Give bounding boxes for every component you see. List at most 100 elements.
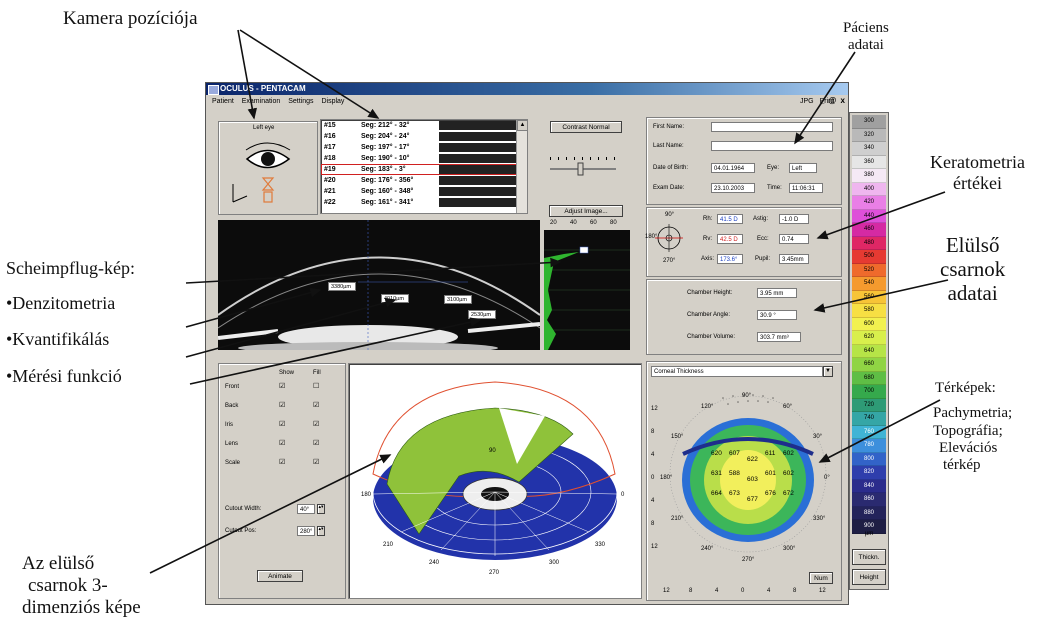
- exam-date-field[interactable]: 23.10.2003: [711, 183, 755, 193]
- keratometry-line2: értékei: [952, 172, 1002, 193]
- option-fill-checkbox[interactable]: ☑: [313, 420, 319, 428]
- menu-examination[interactable]: Examination: [242, 98, 281, 105]
- cutout-width-field[interactable]: 40°: [297, 504, 315, 514]
- map-thickness-value: 664: [711, 490, 722, 497]
- rv-field[interactable]: 42.5 D: [717, 234, 743, 244]
- map-type-dropdown-button[interactable]: ▼: [823, 366, 833, 377]
- map-thickness-value: 601: [765, 470, 776, 477]
- menu-jpg[interactable]: JPG: [800, 98, 814, 105]
- chamber-height-field[interactable]: 3.95 mm: [757, 288, 797, 298]
- maps-line2: Topográfia;: [933, 422, 1003, 439]
- color-scale-swatch: 440: [852, 209, 886, 223]
- thickness-map[interactable]: [663, 384, 833, 559]
- segment-range: Seg: 197° - 17°: [361, 144, 410, 151]
- keratometry-panel: 90° 180° 270° Rh: 41.5 D Rv: 42.5 D Axis…: [645, 207, 842, 277]
- cutout-width-label: Cutout Width:: [225, 506, 262, 512]
- app-icon: [208, 85, 219, 95]
- color-scale-swatch: 580: [852, 304, 886, 318]
- chamber-height-label: Chamber Height:: [687, 290, 733, 296]
- num-button[interactable]: Num: [809, 572, 833, 584]
- option-show-checkbox[interactable]: ☑: [279, 420, 285, 428]
- astig-field[interactable]: -1.0 D: [779, 214, 809, 224]
- measure-label-3[interactable]: 3100µm: [444, 295, 472, 304]
- chamber-data-line2: csarnok: [940, 257, 1006, 282]
- patient-data-label: Páciens adatai: [843, 20, 889, 55]
- map-ring-label: 0°: [824, 475, 830, 481]
- rh-field[interactable]: 41.5 D: [717, 214, 743, 224]
- color-scale-swatch: 540: [852, 277, 886, 291]
- scheimpflug-image[interactable]: 3380µm 4010µm 3100µm 2530µm: [218, 220, 540, 350]
- pupil-label: Pupil:: [755, 256, 771, 262]
- map-y-tick: 4: [651, 498, 655, 504]
- segment-row[interactable]: #17 Seg: 197° - 17°: [321, 142, 527, 153]
- menu-print[interactable]: Print: [820, 98, 834, 105]
- map-y-tick: 12: [651, 406, 658, 412]
- pupil-field[interactable]: 3.45mm: [779, 254, 809, 264]
- color-scale-swatch: 720: [852, 398, 886, 412]
- menu-display[interactable]: Display: [321, 98, 344, 105]
- chamber-volume-field[interactable]: 303.7 mm³: [757, 332, 801, 342]
- color-scale[interactable]: 300 320 340 360 380 400 420 440 460 480 500 520 540 5…: [849, 112, 889, 590]
- chamber-angle-field[interactable]: 30.9 °: [757, 310, 797, 320]
- segment-list[interactable]: #15 Seg: 212° - 32° #16 Seg: 204° - 24° #17 S…: [320, 119, 528, 214]
- angle-0: 0: [621, 492, 625, 498]
- menu-settings[interactable]: Settings: [288, 98, 313, 105]
- option-show-checkbox[interactable]: ☑: [279, 458, 285, 466]
- three-d-view[interactable]: 90 0 330 300 270 240 210 180: [348, 363, 642, 599]
- densitometry-graph[interactable]: 20 40 60 80: [544, 220, 630, 350]
- ecc-field[interactable]: 0.74: [779, 234, 809, 244]
- color-scale-swatch: 360: [852, 155, 886, 169]
- measure-label-4[interactable]: 2530µm: [468, 310, 496, 319]
- segment-row[interactable]: #18 Seg: 190° - 10°: [321, 153, 527, 164]
- segment-list-scrollbar[interactable]: ▲: [516, 120, 527, 213]
- segment-row[interactable]: #22 Seg: 161° - 341°: [321, 197, 527, 208]
- contrast-slider[interactable]: [546, 153, 626, 183]
- map-x-tick: 8: [793, 588, 797, 594]
- axis-field[interactable]: 173.6°: [717, 254, 743, 264]
- adjust-image-button[interactable]: Adjust Image...: [549, 205, 623, 217]
- rv-label: Rv:: [703, 236, 712, 242]
- option-show-checkbox[interactable]: ☑: [279, 439, 285, 447]
- animate-button[interactable]: Animate: [257, 570, 303, 582]
- color-scale-swatch: 780: [852, 439, 886, 453]
- chamber-volume-label: Chamber Volume:: [687, 334, 736, 340]
- map-ring-label: 300°: [783, 546, 796, 552]
- fill-header: Fill: [313, 370, 321, 376]
- option-fill-checkbox[interactable]: ☑: [313, 458, 319, 466]
- measure-label-1[interactable]: 3380µm: [328, 282, 356, 291]
- color-scale-swatch: 640: [852, 344, 886, 358]
- segment-row[interactable]: #16 Seg: 204° - 24°: [321, 131, 527, 142]
- segment-row[interactable]: #15 Seg: 212° - 32°: [321, 120, 527, 131]
- option-fill-checkbox[interactable]: ☑: [313, 439, 319, 447]
- segment-row[interactable]: #19 Seg: 183° - 3°: [321, 164, 527, 175]
- measure-label-2[interactable]: 4010µm: [381, 294, 409, 303]
- time-field[interactable]: 11:06:31: [789, 183, 823, 193]
- map-x-tick: 12: [819, 588, 826, 594]
- option-show-checkbox[interactable]: ☑: [279, 382, 285, 390]
- cutout-pos-spinner[interactable]: ▴▾: [317, 526, 325, 536]
- menu-patient[interactable]: Patient: [212, 98, 234, 105]
- angle-180: 180: [361, 492, 372, 498]
- segment-thumbnail: [439, 165, 517, 174]
- dob-field[interactable]: 04.01.1964: [711, 163, 755, 173]
- map-x-tick: 4: [715, 588, 719, 594]
- cutout-width-spinner[interactable]: ▴▾: [317, 504, 325, 514]
- height-button[interactable]: Height: [852, 569, 886, 585]
- segment-row[interactable]: #21 Seg: 160° - 348°: [321, 186, 527, 197]
- map-type-select[interactable]: Corneal Thickness: [651, 366, 823, 377]
- eye-label: Left eye: [253, 125, 275, 131]
- thickness-map-panel: Corneal Thickness ▼ 12 8 4 0 4 8 12 12 8 4 0 4 8 12 …: [646, 361, 842, 601]
- option-show-checkbox[interactable]: ☑: [279, 401, 285, 409]
- cutout-pos-field[interactable]: 280°: [297, 526, 315, 536]
- segment-row[interactable]: #20 Seg: 176° - 356°: [321, 175, 527, 186]
- eye-field[interactable]: Left: [789, 163, 817, 173]
- thickness-button[interactable]: Thickn.: [852, 549, 886, 565]
- map-thickness-value: 611: [765, 450, 776, 457]
- color-scale-swatch: 520: [852, 263, 886, 277]
- option-fill-checkbox[interactable]: ☐: [313, 382, 319, 390]
- contrast-normal-button[interactable]: Contrast Normal: [550, 121, 622, 133]
- last-name-field[interactable]: [711, 141, 833, 151]
- option-fill-checkbox[interactable]: ☑: [313, 401, 319, 409]
- map-thickness-value: 673: [729, 490, 740, 497]
- first-name-field[interactable]: [711, 122, 833, 132]
